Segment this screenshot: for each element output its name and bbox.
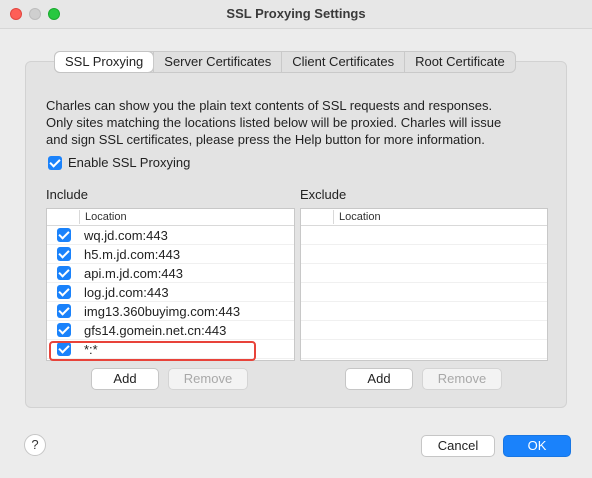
- tab-server-certificates[interactable]: Server Certificates: [153, 52, 281, 72]
- table-row[interactable]: wq.jd.com:443: [47, 226, 294, 245]
- tab-bar: SSL Proxying Server Certificates Client …: [54, 51, 516, 73]
- row-location: img13.360buyimg.com:443: [84, 304, 241, 319]
- ok-button[interactable]: OK: [503, 435, 571, 457]
- help-button[interactable]: ?: [24, 434, 46, 456]
- table-row[interactable]: h5.m.jd.com:443: [47, 245, 294, 264]
- row-location: wq.jd.com:443: [84, 228, 168, 243]
- description-line: and sign SSL certificates, please press …: [46, 132, 485, 147]
- cancel-button[interactable]: Cancel: [421, 435, 495, 457]
- empty-row: [301, 245, 547, 264]
- description-text: Charles can show you the plain text cont…: [46, 97, 556, 148]
- empty-row: [301, 302, 547, 321]
- row-location: gfs14.gomein.net.cn:443: [84, 323, 227, 338]
- tab-root-certificate[interactable]: Root Certificate: [404, 52, 515, 72]
- annotation-highlight-box: [49, 341, 256, 361]
- row-enabled-checkbox[interactable]: [57, 304, 71, 318]
- table-row[interactable]: gfs14.gomein.net.cn:443: [47, 321, 294, 340]
- include-table[interactable]: Location wq.jd.com:443 h5.m.jd.com:443 a…: [46, 208, 295, 361]
- exclude-table[interactable]: Location: [300, 208, 548, 361]
- window-title: SSL Proxying Settings: [226, 6, 366, 21]
- enable-ssl-proxying-checkbox[interactable]: [48, 155, 62, 170]
- table-row[interactable]: log.jd.com:443: [47, 283, 294, 302]
- include-add-button[interactable]: Add: [91, 368, 159, 390]
- empty-row: [301, 340, 547, 359]
- exclude-table-header: Location: [301, 209, 547, 226]
- tab-client-certificates[interactable]: Client Certificates: [281, 52, 404, 72]
- row-enabled-checkbox[interactable]: [57, 323, 71, 337]
- enable-ssl-proxying-row[interactable]: Enable SSL Proxying: [48, 155, 190, 170]
- row-location: h5.m.jd.com:443: [84, 247, 181, 262]
- row-enabled-checkbox[interactable]: [57, 247, 71, 261]
- location-column-header[interactable]: Location: [79, 210, 127, 224]
- tab-ssl-proxying[interactable]: SSL Proxying: [55, 52, 154, 72]
- include-remove-button[interactable]: Remove: [168, 368, 248, 390]
- row-enabled-checkbox[interactable]: [57, 228, 71, 242]
- title-bar: SSL Proxying Settings: [0, 0, 592, 29]
- include-table-header: Location: [47, 209, 294, 226]
- row-enabled-checkbox[interactable]: [57, 266, 71, 280]
- empty-row: [301, 264, 547, 283]
- row-location: log.jd.com:443: [84, 285, 169, 300]
- description-line: Only sites matching the locations listed…: [46, 115, 502, 130]
- include-label: Include: [46, 187, 88, 202]
- row-location: api.m.jd.com:443: [84, 266, 183, 281]
- table-row[interactable]: img13.360buyimg.com:443: [47, 302, 294, 321]
- exclude-remove-button[interactable]: Remove: [422, 368, 502, 390]
- empty-row: [301, 283, 547, 302]
- description-line: Charles can show you the plain text cont…: [46, 98, 493, 113]
- exclude-add-button[interactable]: Add: [345, 368, 413, 390]
- location-column-header[interactable]: Location: [333, 210, 381, 224]
- row-enabled-checkbox[interactable]: [57, 285, 71, 299]
- empty-row: [301, 321, 547, 340]
- exclude-label: Exclude: [300, 187, 347, 202]
- empty-row: [301, 226, 547, 245]
- enable-ssl-proxying-label[interactable]: Enable SSL Proxying: [68, 155, 190, 170]
- table-row[interactable]: api.m.jd.com:443: [47, 264, 294, 283]
